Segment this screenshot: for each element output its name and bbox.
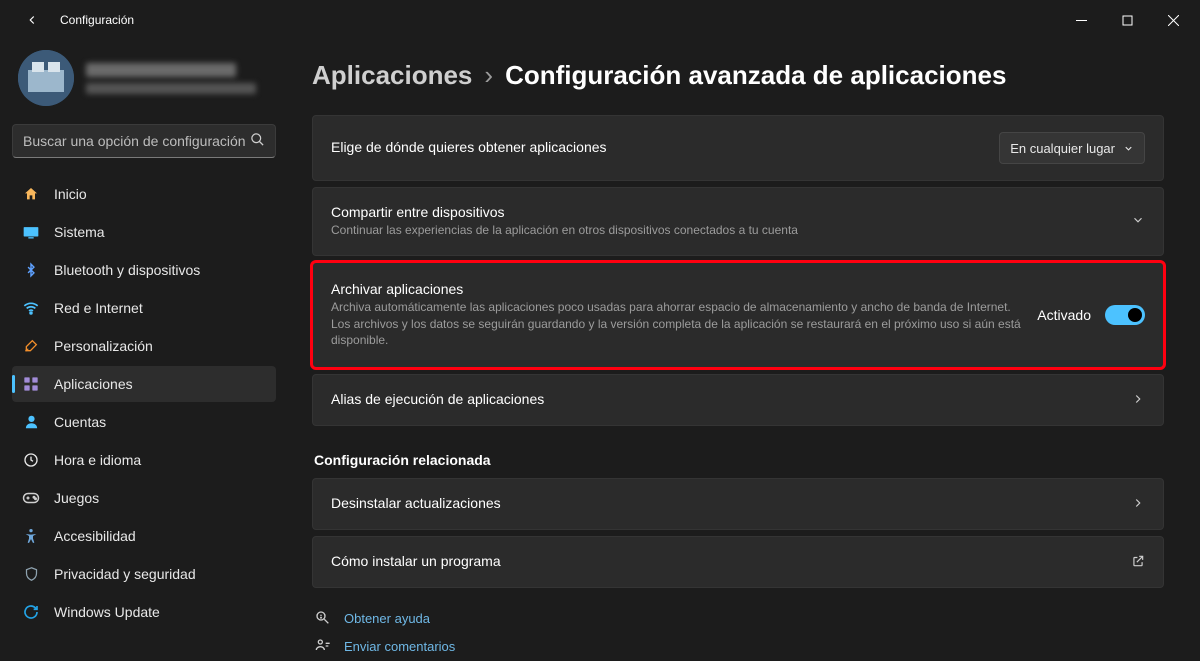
clock-icon [22, 452, 40, 468]
nav-item-accessibility[interactable]: Accesibilidad [12, 518, 276, 554]
archive-toggle[interactable] [1105, 305, 1145, 325]
card-uninstall-updates[interactable]: Desinstalar actualizaciones [312, 478, 1164, 530]
system-icon [22, 226, 40, 239]
app-source-dropdown[interactable]: En cualquier lugar [999, 132, 1145, 164]
nav-label: Juegos [54, 490, 99, 506]
card-title: Cómo instalar un programa [331, 553, 1115, 569]
nav-label: Privacidad y seguridad [54, 566, 196, 582]
minimize-button[interactable] [1058, 4, 1104, 36]
nav-label: Red e Internet [54, 300, 143, 316]
nav-label: Cuentas [54, 414, 106, 430]
home-icon [22, 186, 40, 202]
feedback-icon [314, 638, 332, 654]
card-title: Desinstalar actualizaciones [331, 495, 1115, 511]
link-label: Enviar comentarios [344, 639, 455, 654]
chevron-down-icon [1123, 143, 1134, 154]
nav-item-time[interactable]: Hora e idioma [12, 442, 276, 478]
dropdown-value: En cualquier lugar [1010, 141, 1115, 156]
nav-label: Bluetooth y dispositivos [54, 262, 200, 278]
shield-icon [22, 566, 40, 582]
wifi-icon [22, 300, 40, 316]
sidebar: Inicio Sistema Bluetooth y dispositivos … [0, 40, 288, 661]
breadcrumb-leaf: Configuración avanzada de aplicaciones [505, 60, 1006, 91]
card-desc: Archiva automáticamente las aplicaciones… [331, 299, 1021, 349]
nav-item-network[interactable]: Red e Internet [12, 290, 276, 326]
external-link-icon [1131, 554, 1145, 571]
nav-label: Hora e idioma [54, 452, 141, 468]
card-title: Compartir entre dispositivos [331, 204, 1115, 220]
nav-label: Accesibilidad [54, 528, 136, 544]
nav-label: Windows Update [54, 604, 160, 620]
nav-item-update[interactable]: Windows Update [12, 594, 276, 630]
card-title: Alias de ejecución de aplicaciones [331, 391, 1115, 407]
maximize-button[interactable] [1104, 4, 1150, 36]
nav-item-apps[interactable]: Aplicaciones [12, 366, 276, 402]
toggle-state-label: Activado [1037, 307, 1091, 323]
card-desc: Continuar las experiencias de la aplicac… [331, 222, 1115, 239]
nav-item-bluetooth[interactable]: Bluetooth y dispositivos [12, 252, 276, 288]
window-title: Configuración [60, 13, 134, 27]
accessibility-icon [22, 528, 40, 544]
chevron-right-icon [1131, 496, 1145, 513]
get-help-link[interactable]: Obtener ayuda [314, 610, 1164, 626]
update-icon [22, 604, 40, 620]
search-box[interactable] [12, 124, 276, 158]
nav-label: Inicio [54, 186, 87, 202]
avatar [18, 50, 74, 106]
titlebar: Configuración [0, 0, 1200, 40]
footer-links: Obtener ayuda Enviar comentarios [312, 610, 1164, 654]
help-icon [314, 610, 332, 626]
person-icon [22, 414, 40, 430]
card-app-source[interactable]: Elige de dónde quieres obtener aplicacio… [312, 115, 1164, 181]
feedback-link[interactable]: Enviar comentarios [314, 638, 1164, 654]
back-button[interactable] [16, 4, 48, 36]
bluetooth-icon [22, 262, 40, 278]
nav-item-system[interactable]: Sistema [12, 214, 276, 250]
card-title: Archivar aplicaciones [331, 281, 1021, 297]
nav-item-gaming[interactable]: Juegos [12, 480, 276, 516]
nav-item-home[interactable]: Inicio [12, 176, 276, 212]
user-info [86, 63, 256, 94]
user-block[interactable] [12, 40, 276, 124]
breadcrumb: Aplicaciones › Configuración avanzada de… [312, 40, 1164, 115]
gamepad-icon [22, 491, 40, 505]
brush-icon [22, 338, 40, 354]
breadcrumb-root[interactable]: Aplicaciones [312, 60, 472, 91]
related-heading: Configuración relacionada [314, 452, 1164, 468]
search-icon [250, 132, 265, 150]
card-share-devices[interactable]: Compartir entre dispositivos Continuar l… [312, 187, 1164, 256]
nav-item-privacy[interactable]: Privacidad y seguridad [12, 556, 276, 592]
card-app-alias[interactable]: Alias de ejecución de aplicaciones [312, 374, 1164, 426]
link-label: Obtener ayuda [344, 611, 430, 626]
nav: Inicio Sistema Bluetooth y dispositivos … [12, 176, 276, 630]
chevron-right-icon: › [484, 60, 493, 91]
chevron-down-icon [1131, 213, 1145, 230]
nav-item-accounts[interactable]: Cuentas [12, 404, 276, 440]
nav-label: Sistema [54, 224, 105, 240]
chevron-right-icon [1131, 392, 1145, 409]
apps-icon [22, 376, 40, 392]
main: Aplicaciones › Configuración avanzada de… [288, 40, 1200, 661]
close-button[interactable] [1150, 4, 1196, 36]
card-howto-install[interactable]: Cómo instalar un programa [312, 536, 1164, 588]
card-archive-apps[interactable]: Archivar aplicaciones Archiva automática… [312, 262, 1164, 368]
nav-item-personalization[interactable]: Personalización [12, 328, 276, 364]
search-input[interactable] [23, 133, 250, 149]
card-title: Elige de dónde quieres obtener aplicacio… [331, 139, 983, 155]
nav-label: Personalización [54, 338, 153, 354]
nav-label: Aplicaciones [54, 376, 133, 392]
